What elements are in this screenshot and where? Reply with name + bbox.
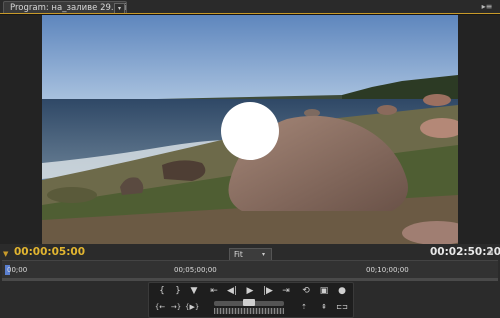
- settings-icon[interactable]: ⊞: [488, 249, 494, 257]
- panel-menu-icon[interactable]: ▸≡: [480, 2, 494, 12]
- goto-out-button[interactable]: ⇥: [279, 285, 293, 298]
- time-ruler[interactable]: [2, 260, 498, 279]
- active-panel-highlight: [0, 13, 500, 14]
- extract-button[interactable]: ⇞: [317, 301, 331, 314]
- safe-margins-button[interactable]: ▣: [317, 285, 331, 298]
- jog-wheel[interactable]: [214, 308, 284, 314]
- zoom-level-label: Fit: [234, 250, 243, 259]
- step-back-button[interactable]: ◀|: [225, 285, 239, 298]
- set-marker-button[interactable]: ▼: [187, 285, 201, 298]
- loop-button[interactable]: ⟲: [299, 285, 313, 298]
- goto-prev-marker-button[interactable]: {←: [153, 301, 167, 314]
- playhead-marker-icon: ▼: [3, 250, 9, 258]
- lift-button[interactable]: ⇡: [297, 301, 311, 314]
- ruler-label: 00;00: [7, 266, 28, 274]
- play-in-to-out-button[interactable]: {▶}: [185, 301, 199, 314]
- goto-in-button[interactable]: ⇤: [207, 285, 221, 298]
- ruler-label: 00;10;00;00: [366, 266, 409, 274]
- chevron-down-icon: ▾: [262, 251, 266, 258]
- goto-next-marker-button[interactable]: →}: [169, 301, 183, 314]
- step-forward-button[interactable]: |▶: [261, 285, 275, 298]
- play-button[interactable]: ▶: [243, 285, 257, 298]
- output-button[interactable]: ●: [335, 285, 349, 298]
- trim-button[interactable]: ⊏⊐: [335, 301, 349, 314]
- zoom-scroll-bar[interactable]: [2, 278, 498, 281]
- mark-in-button[interactable]: {: [155, 285, 169, 298]
- shuttle-knob[interactable]: [243, 299, 255, 306]
- video-frame-image: [42, 15, 458, 244]
- video-frame[interactable]: [42, 15, 458, 244]
- current-timecode[interactable]: 00:00:05:00: [14, 246, 85, 258]
- ruler-label: 00;05;00;00: [174, 266, 217, 274]
- mark-out-button[interactable]: }: [171, 285, 185, 298]
